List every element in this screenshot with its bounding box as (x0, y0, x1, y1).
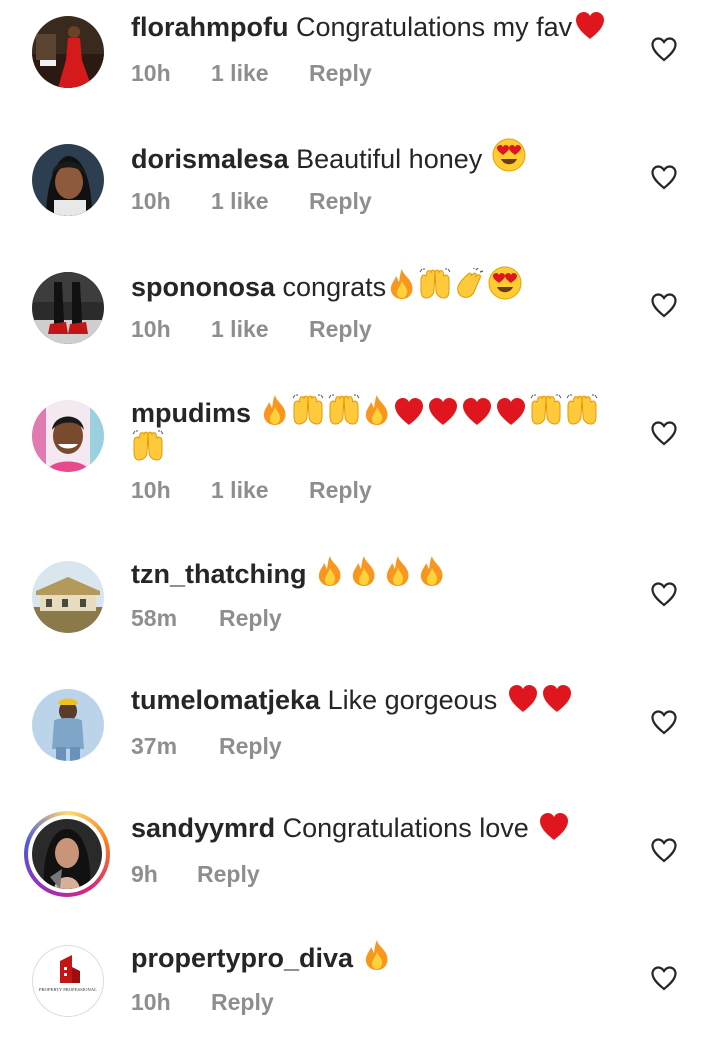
raising-hands-emoji-icon (291, 394, 325, 426)
comment-time: 58m (131, 605, 178, 631)
red-heart-emoji-icon (427, 396, 459, 426)
comment-text: mpudims (131, 394, 621, 466)
reply-button[interactable]: Reply (309, 58, 372, 88)
avatar[interactable]: PROPERTY PROFESSIONAL (32, 945, 104, 1017)
red-heart-emoji-icon (495, 396, 527, 426)
red-heart-emoji-icon (461, 396, 493, 426)
fire-emoji-icon (261, 394, 289, 426)
like-heart-icon[interactable] (650, 164, 678, 190)
raising-hands-emoji-icon (529, 394, 563, 426)
raising-hands-emoji-icon (418, 268, 452, 300)
comment-time: 10h (131, 989, 171, 1015)
avatar[interactable] (32, 144, 104, 216)
property-professional-logo-icon: PROPERTY PROFESSIONAL (39, 955, 97, 992)
red-heart-emoji-icon (507, 683, 539, 713)
comment-time: 37m (131, 733, 178, 759)
raising-hands-emoji-icon (131, 430, 165, 462)
username[interactable]: florahmpofu (131, 12, 288, 42)
like-heart-icon[interactable] (650, 581, 678, 607)
comment-meta: 10h 1 like Reply (131, 475, 372, 505)
comment-time: 10h (131, 316, 171, 342)
comment-meta: 58m Reply (131, 603, 282, 633)
red-heart-emoji-icon (538, 811, 570, 841)
comment-text: propertypro_diva (131, 939, 621, 975)
red-heart-emoji-icon (541, 683, 573, 713)
reply-button[interactable]: Reply (309, 314, 372, 344)
avatar (32, 819, 102, 889)
fire-emoji-icon (350, 555, 378, 587)
fire-emoji-icon (363, 394, 391, 426)
comment-text: tzn_thatching (131, 555, 621, 591)
raising-hands-emoji-icon (565, 394, 599, 426)
clapping-hands-emoji-icon (454, 268, 486, 300)
raising-hands-emoji-icon (327, 394, 361, 426)
likes-count[interactable]: 1 like (211, 314, 309, 344)
avatar[interactable] (32, 561, 104, 633)
comment-meta: 37m Reply (131, 731, 282, 761)
like-heart-icon[interactable] (650, 709, 678, 735)
likes-count[interactable]: 1 like (211, 58, 309, 88)
like-heart-icon[interactable] (650, 965, 678, 991)
like-heart-icon[interactable] (650, 292, 678, 318)
fire-emoji-icon (316, 555, 344, 587)
reply-button[interactable]: Reply (219, 603, 282, 633)
username[interactable]: sandyymrd (131, 813, 275, 843)
avatar[interactable] (32, 689, 104, 761)
username[interactable]: mpudims (131, 398, 251, 428)
comment-text: florahmpofu Congratulations my fav (131, 10, 621, 44)
fire-emoji-icon (418, 555, 446, 587)
likes-count[interactable]: 1 like (211, 475, 309, 505)
comment-meta: 10h Reply (131, 987, 274, 1017)
like-heart-icon[interactable] (650, 420, 678, 446)
comment-time: 10h (131, 60, 171, 86)
username[interactable]: propertypro_diva (131, 943, 353, 973)
reply-button[interactable]: Reply (309, 475, 372, 505)
red-heart-emoji-icon (574, 10, 606, 40)
comment-text: dorismalesa Beautiful honey (131, 138, 621, 176)
heart-eyes-emoji-icon (492, 138, 526, 172)
avatar-story-ring[interactable] (24, 811, 110, 897)
comment-time: 10h (131, 477, 171, 503)
like-heart-icon[interactable] (650, 837, 678, 863)
avatar[interactable] (32, 272, 104, 344)
comment-time: 10h (131, 188, 171, 214)
avatar[interactable] (32, 16, 104, 88)
red-heart-emoji-icon (393, 396, 425, 426)
fire-emoji-icon (384, 555, 412, 587)
like-heart-icon[interactable] (650, 36, 678, 62)
comment-body: Beautiful honey (296, 144, 483, 174)
comment-meta: 10h 1 like Reply (131, 314, 372, 344)
comment-body: Congratulations love (282, 813, 529, 843)
comment-meta: 10h 1 like Reply (131, 186, 372, 216)
username[interactable]: spononosa (131, 272, 275, 302)
comment-meta: 9h Reply (131, 859, 260, 889)
comment-time: 9h (131, 861, 158, 887)
reply-button[interactable]: Reply (219, 731, 282, 761)
comment-text: tumelomatjeka Like gorgeous (131, 683, 621, 717)
heart-eyes-emoji-icon (488, 266, 522, 300)
comment-body: congrats (282, 272, 387, 302)
fire-emoji-icon (363, 939, 391, 971)
comment-text: sandyymrd Congratulations love (131, 811, 621, 845)
comment-body: Like gorgeous (327, 685, 498, 715)
reply-button[interactable]: Reply (211, 987, 274, 1017)
comment-text: spononosa congrats (131, 266, 621, 304)
fire-emoji-icon (388, 268, 416, 300)
username[interactable]: tzn_thatching (131, 559, 307, 589)
comment-body: Congratulations my fav (296, 12, 573, 42)
username[interactable]: dorismalesa (131, 144, 289, 174)
logo-text: PROPERTY PROFESSIONAL (39, 987, 97, 992)
reply-button[interactable]: Reply (197, 859, 260, 889)
likes-count[interactable]: 1 like (211, 186, 309, 216)
avatar[interactable] (32, 400, 104, 472)
comment-meta: 10h 1 like Reply (131, 58, 372, 88)
username[interactable]: tumelomatjeka (131, 685, 320, 715)
reply-button[interactable]: Reply (309, 186, 372, 216)
